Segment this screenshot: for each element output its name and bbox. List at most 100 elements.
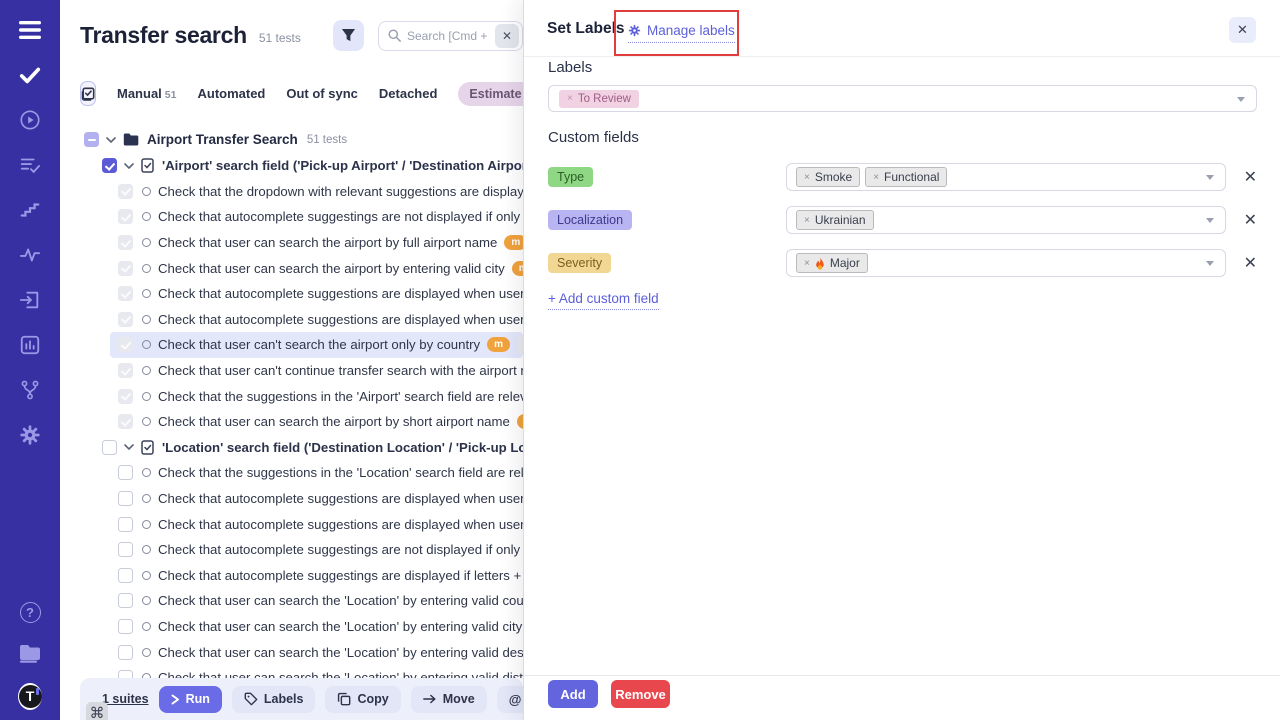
- tests-count: 51 tests: [259, 31, 301, 45]
- suite-row[interactable]: 'Location' search field ('Destination Lo…: [60, 435, 523, 461]
- remove-field-button[interactable]: ✕: [1244, 210, 1257, 230]
- steps-icon[interactable]: [18, 198, 42, 222]
- close-button[interactable]: ✕: [1229, 17, 1256, 43]
- test-checkbox[interactable]: [118, 209, 133, 224]
- app-window: ? T Transfer search 51 tests Search [Cmd…: [0, 0, 1280, 720]
- test-row[interactable]: Check that user can search the airport b…: [60, 409, 523, 435]
- test-row[interactable]: Check that user can't continue transfer …: [60, 358, 523, 384]
- test-checkbox[interactable]: [118, 542, 133, 557]
- test-row[interactable]: Check that autocomplete suggestings are …: [60, 204, 523, 230]
- status-circle-icon: [142, 417, 151, 426]
- folder-row[interactable]: Airport Transfer Search 51 tests: [60, 126, 523, 153]
- add-button[interactable]: Add: [548, 680, 598, 708]
- test-row[interactable]: Check that user can search the airport b…: [60, 255, 523, 281]
- test-checkbox[interactable]: [118, 184, 133, 199]
- chevron-down-icon[interactable]: [124, 163, 134, 169]
- gear-icon[interactable]: [18, 423, 42, 447]
- remove-button[interactable]: Remove: [611, 680, 670, 708]
- run-button[interactable]: Run: [159, 686, 222, 713]
- test-checkbox[interactable]: [118, 337, 133, 352]
- remove-field-button[interactable]: ✕: [1244, 167, 1257, 187]
- remove-tag-icon[interactable]: ×: [567, 93, 573, 104]
- test-checkbox[interactable]: [118, 389, 133, 404]
- test-checkbox[interactable]: [118, 619, 133, 634]
- test-checkbox[interactable]: [118, 670, 133, 678]
- tab-estimate[interactable]: Estimate: [458, 82, 532, 106]
- keyboard-shortcuts-button[interactable]: ⌘: [86, 702, 108, 720]
- suite-checkbox[interactable]: [102, 440, 117, 455]
- tab-automated[interactable]: Automated: [197, 86, 265, 101]
- test-row[interactable]: Check that user can search the 'Location…: [60, 614, 523, 640]
- test-row[interactable]: Check that autocomplete suggestions are …: [60, 486, 523, 512]
- labels-button[interactable]: Labels: [232, 686, 316, 713]
- test-checkbox[interactable]: [118, 645, 133, 660]
- remove-tag-icon[interactable]: ×: [873, 172, 879, 183]
- suite-row[interactable]: 'Airport' search field ('Pick-up Airport…: [60, 153, 523, 179]
- list-check-icon[interactable]: [18, 153, 42, 177]
- branch-icon[interactable]: [18, 378, 42, 402]
- test-checkbox[interactable]: [118, 568, 133, 583]
- remove-field-button[interactable]: ✕: [1244, 253, 1257, 273]
- test-row[interactable]: Check that autocomplete suggestings are …: [60, 537, 523, 563]
- chevron-down-icon[interactable]: [106, 137, 116, 143]
- play-circle-icon[interactable]: [18, 108, 42, 132]
- test-row[interactable]: Check that autocomplete suggestions are …: [60, 281, 523, 307]
- test-row[interactable]: Check that autocomplete suggestions are …: [60, 511, 523, 537]
- test-row[interactable]: Check that user can search the airport b…: [60, 230, 523, 256]
- test-row[interactable]: Check that the suggestions in the 'Airpo…: [60, 383, 523, 409]
- tab-out-of-sync[interactable]: Out of sync: [286, 86, 358, 101]
- folders-icon[interactable]: [18, 642, 42, 666]
- test-row[interactable]: Check that the dropdown with relevant su…: [60, 179, 523, 205]
- chevron-down-icon[interactable]: [124, 444, 134, 450]
- add-custom-field-link[interactable]: + Add custom field: [548, 291, 659, 310]
- field-select[interactable]: × Major: [786, 249, 1226, 277]
- remove-tag-icon[interactable]: ×: [804, 215, 810, 226]
- selected-suites-link[interactable]: 1 suites: [102, 692, 149, 706]
- bar-chart-icon[interactable]: [18, 333, 42, 357]
- field-select[interactable]: ×Smoke ×Functional: [786, 163, 1226, 191]
- status-circle-icon: [142, 187, 151, 196]
- field-select[interactable]: ×Ukrainian: [786, 206, 1226, 234]
- search-input[interactable]: Search [Cmd + K] ✕: [378, 21, 523, 51]
- menu-icon[interactable]: [18, 18, 42, 42]
- copy-button[interactable]: Copy: [325, 686, 400, 713]
- tab-manual-count: 51: [165, 89, 177, 101]
- test-title: Check that autocomplete suggestions are …: [158, 491, 523, 506]
- test-checkbox[interactable]: [118, 286, 133, 301]
- tab-detached[interactable]: Detached: [379, 86, 438, 101]
- test-checkbox[interactable]: [118, 363, 133, 378]
- move-button[interactable]: Move: [411, 686, 487, 713]
- test-row-selected[interactable]: Check that user can't search the airport…: [110, 332, 523, 358]
- help-icon[interactable]: ?: [18, 600, 42, 624]
- filter-button[interactable]: [333, 20, 364, 51]
- remove-tag-icon[interactable]: ×: [804, 258, 810, 269]
- test-checkbox[interactable]: [118, 414, 133, 429]
- test-checkbox[interactable]: [118, 261, 133, 276]
- select-all-button[interactable]: [80, 81, 96, 106]
- test-row[interactable]: Check that the suggestions in the 'Locat…: [60, 460, 523, 486]
- test-row[interactable]: Check that user can search the 'Location…: [60, 588, 523, 614]
- app-logo[interactable]: T: [18, 684, 42, 708]
- test-row[interactable]: Check that user can search the 'Location…: [60, 639, 523, 665]
- search-clear-button[interactable]: ✕: [495, 24, 519, 48]
- test-checkbox[interactable]: [118, 491, 133, 506]
- test-checkbox[interactable]: [118, 593, 133, 608]
- test-row[interactable]: Check that autocomplete suggestions are …: [60, 307, 523, 333]
- pulse-icon[interactable]: [18, 243, 42, 267]
- test-checkbox[interactable]: [118, 517, 133, 532]
- folder-count: 51 tests: [307, 134, 347, 146]
- import-icon[interactable]: [18, 288, 42, 312]
- tests-check-icon[interactable]: [18, 63, 42, 87]
- tab-manual[interactable]: Manual51: [117, 86, 176, 101]
- test-row[interactable]: Check that autocomplete suggestings are …: [60, 563, 523, 589]
- test-checkbox[interactable]: [118, 465, 133, 480]
- labels-select[interactable]: × To Review: [548, 85, 1257, 112]
- test-checkbox[interactable]: [118, 312, 133, 327]
- test-row[interactable]: Check that user can search the 'Location…: [60, 665, 523, 678]
- panel-header: Set Labels Manage labels ✕: [524, 0, 1280, 57]
- folder-checkbox[interactable]: [84, 132, 99, 147]
- test-checkbox[interactable]: [118, 235, 133, 250]
- suite-checkbox[interactable]: [102, 158, 117, 173]
- status-circle-icon: [142, 315, 151, 324]
- remove-tag-icon[interactable]: ×: [804, 172, 810, 183]
